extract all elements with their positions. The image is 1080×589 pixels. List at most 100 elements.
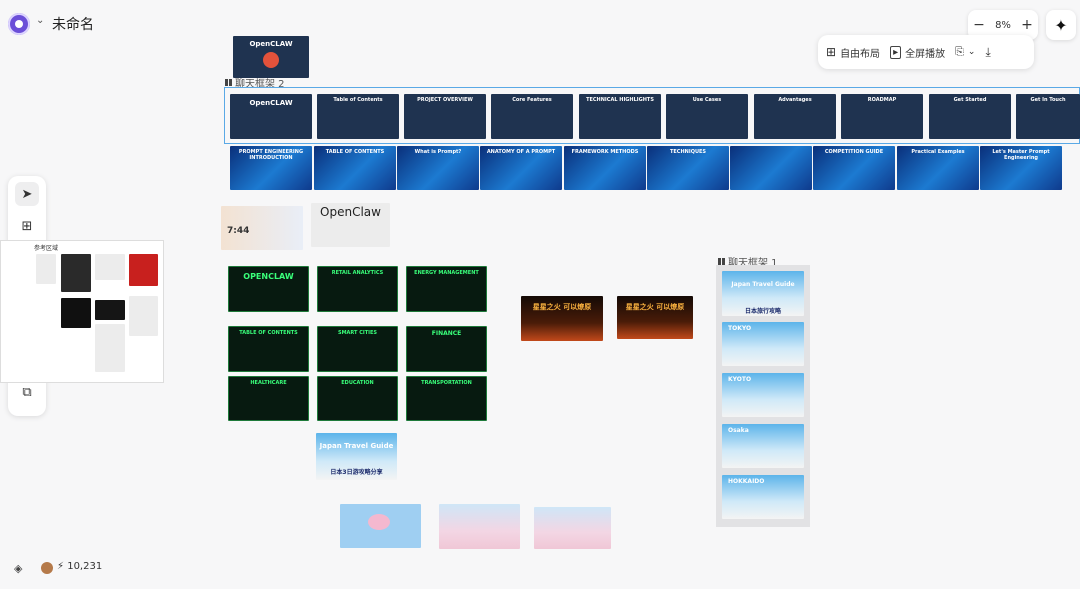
slide-thumb[interactable]: Core Features <box>491 94 573 139</box>
layers-icon[interactable]: ◈ <box>14 562 22 575</box>
slide-thumb[interactable]: Japan Travel Guide 日本旅行攻略 <box>722 271 804 316</box>
slide-title: TABLE OF CONTENTS <box>325 149 385 155</box>
reference-thumb[interactable] <box>61 254 91 292</box>
slide-title: SMART CITIES <box>337 330 378 336</box>
slide-title: FINANCE <box>431 330 462 337</box>
reference-thumb[interactable] <box>129 296 158 336</box>
reference-thumb[interactable] <box>95 254 125 280</box>
avatar[interactable] <box>41 562 53 574</box>
slide-thumb[interactable]: TECHNICAL HIGHLIGHTS <box>579 94 661 139</box>
reference-thumb[interactable] <box>95 324 125 372</box>
slide-title: OpenCLAW <box>249 99 293 107</box>
slide-title: Use Cases <box>692 97 722 103</box>
plus-square-icon: ⊞ <box>21 218 33 234</box>
slide-thumb[interactable]: HOKKAIDO <box>722 475 804 519</box>
slide-thumb[interactable]: Use Cases <box>666 94 748 139</box>
slide-title: TECHNIQUES <box>669 149 707 155</box>
slide-title: Osaka <box>728 427 749 434</box>
download-button[interactable]: ⤓ <box>985 45 990 60</box>
reference-thumb[interactable] <box>36 254 56 284</box>
export-button[interactable]: ⎘ ⌄ <box>955 45 975 59</box>
slide-thumb[interactable]: TOKYO <box>722 322 804 366</box>
reference-thumb[interactable] <box>61 298 91 328</box>
zoom-level[interactable]: 8% <box>995 20 1011 31</box>
slide-title: FRAMEWORK METHODS <box>571 149 639 155</box>
slide-title: Advantages <box>778 97 812 103</box>
frame-icon <box>718 258 725 265</box>
slide-thumb[interactable]: FINANCE <box>406 326 487 372</box>
slide-thumb[interactable] <box>439 504 520 549</box>
slide-title: Japan Travel Guide <box>731 281 795 288</box>
slide-title: EDUCATION <box>341 380 374 386</box>
chevron-down-icon[interactable]: ⌄ <box>36 15 44 26</box>
canvas-toolbar: ⊞ 自由布局 ▸ 全屏播放 ⎘ ⌄ ⤓ <box>818 35 1034 69</box>
slide-thumb[interactable]: Japan Travel Guide 日本3日游攻略分享 <box>316 433 397 480</box>
slide-thumb[interactable] <box>730 146 812 190</box>
zoom-in-button[interactable]: + <box>1021 18 1033 32</box>
slide-thumb[interactable]: HEALTHCARE <box>228 376 309 421</box>
slide-title: PROJECT OVERVIEW <box>417 97 473 103</box>
slide-title: KYOTO <box>728 376 752 383</box>
slide-thumb[interactable]: 星星之火 可以燎原 <box>617 296 693 339</box>
slide-thumb[interactable]: Osaka <box>722 424 804 468</box>
lobster-icon <box>263 52 279 68</box>
slide-thumb[interactable]: OpenCLAW <box>230 94 312 139</box>
free-layout-button[interactable]: ⊞ 自由布局 <box>826 45 880 60</box>
slide-thumb[interactable]: Let's Master Prompt Engineering <box>980 146 1062 190</box>
slide-thumb[interactable]: PROJECT OVERVIEW <box>404 94 486 139</box>
slide-thumb[interactable]: Get In Touch <box>1016 94 1080 139</box>
slide-thumb[interactable]: TABLE OF CONTENTS <box>228 326 309 372</box>
sakura-flower-icon <box>368 514 390 530</box>
slide-thumb[interactable] <box>340 504 421 548</box>
reference-thumb[interactable] <box>129 254 158 286</box>
credits-value: 10,231 <box>67 561 103 572</box>
slide-thumb[interactable]: Get Started <box>929 94 1011 139</box>
slide-thumb[interactable]: TECHNIQUES <box>647 146 729 190</box>
slide-thumb[interactable]: FRAMEWORK METHODS <box>564 146 646 190</box>
free-layout-label: 自由布局 <box>840 48 881 60</box>
add-frame-tool[interactable]: ⊞ <box>15 214 39 238</box>
slide-thumb[interactable]: COMPETITION GUIDE <box>813 146 895 190</box>
slide-thumb[interactable]: ROADMAP <box>841 94 923 139</box>
slide-thumb[interactable]: 星星之火 可以燎原 <box>521 296 603 341</box>
document-title[interactable]: 未命名 <box>52 14 94 34</box>
slide-thumb[interactable]: PROMPT ENGINEERING INTRODUCTION <box>230 146 312 190</box>
slide-title: TABLE OF CONTENTS <box>239 330 298 336</box>
ai-sparkle-button[interactable]: ✦ <box>1046 10 1076 40</box>
slide-thumb[interactable]: Advantages <box>754 94 836 139</box>
slide-thumb[interactable]: Practical Examples <box>897 146 979 190</box>
slide-title: ROADMAP <box>867 97 897 103</box>
zoom-out-button[interactable]: − <box>973 18 985 32</box>
slide-thumb[interactable]: ANATOMY OF A PROMPT <box>480 146 562 190</box>
app-logo[interactable] <box>8 13 30 35</box>
slide-thumb[interactable]: KYOTO <box>722 373 804 417</box>
slide-title: Table of Contents <box>333 97 383 103</box>
slide-thumb[interactable]: What is Prompt? <box>397 146 479 190</box>
slide-thumb[interactable]: TRANSPORTATION <box>406 376 487 421</box>
slide-thumb[interactable]: OPENCLAW <box>228 266 309 312</box>
select-tool[interactable]: ➤ <box>15 182 39 206</box>
chevron-down-icon: ⌄ <box>967 47 976 57</box>
slide-thumb[interactable]: OpenCLAW <box>233 36 309 78</box>
fullscreen-play-button[interactable]: ▸ 全屏播放 <box>890 45 945 60</box>
slide-title: Japan Travel Guide <box>319 442 394 450</box>
cursor-icon: ➤ <box>21 186 33 202</box>
credits-count: ⚡ 10,231 <box>57 561 103 572</box>
slide-thumb[interactable]: ENERGY MANAGEMENT <box>406 266 487 312</box>
reference-thumb[interactable] <box>95 300 125 320</box>
slide-thumb[interactable]: Table of Contents <box>317 94 399 139</box>
slide-thumb[interactable]: EDUCATION <box>317 376 398 421</box>
slide-title: TECHNICAL HIGHLIGHTS <box>586 97 654 103</box>
ai-image-icon: ⧉ <box>22 384 32 400</box>
slide-title: HEALTHCARE <box>250 380 287 386</box>
slide-thumb[interactable]: RETAIL ANALYTICS <box>317 266 398 312</box>
slide-title: Get Started <box>953 97 987 103</box>
slide-thumb[interactable]: SMART CITIES <box>317 326 398 372</box>
slide-thumb[interactable]: TABLE OF CONTENTS <box>314 146 396 190</box>
slide-title: OpenCLAW <box>249 40 293 48</box>
slide-thumb[interactable]: 7:44 <box>221 206 303 250</box>
ai-image-tool[interactable]: ⧉ <box>15 380 39 404</box>
slide-thumb[interactable]: OpenClaw <box>311 203 390 247</box>
slide-thumb[interactable] <box>534 507 611 549</box>
slide-title: Practical Examples <box>911 149 965 155</box>
